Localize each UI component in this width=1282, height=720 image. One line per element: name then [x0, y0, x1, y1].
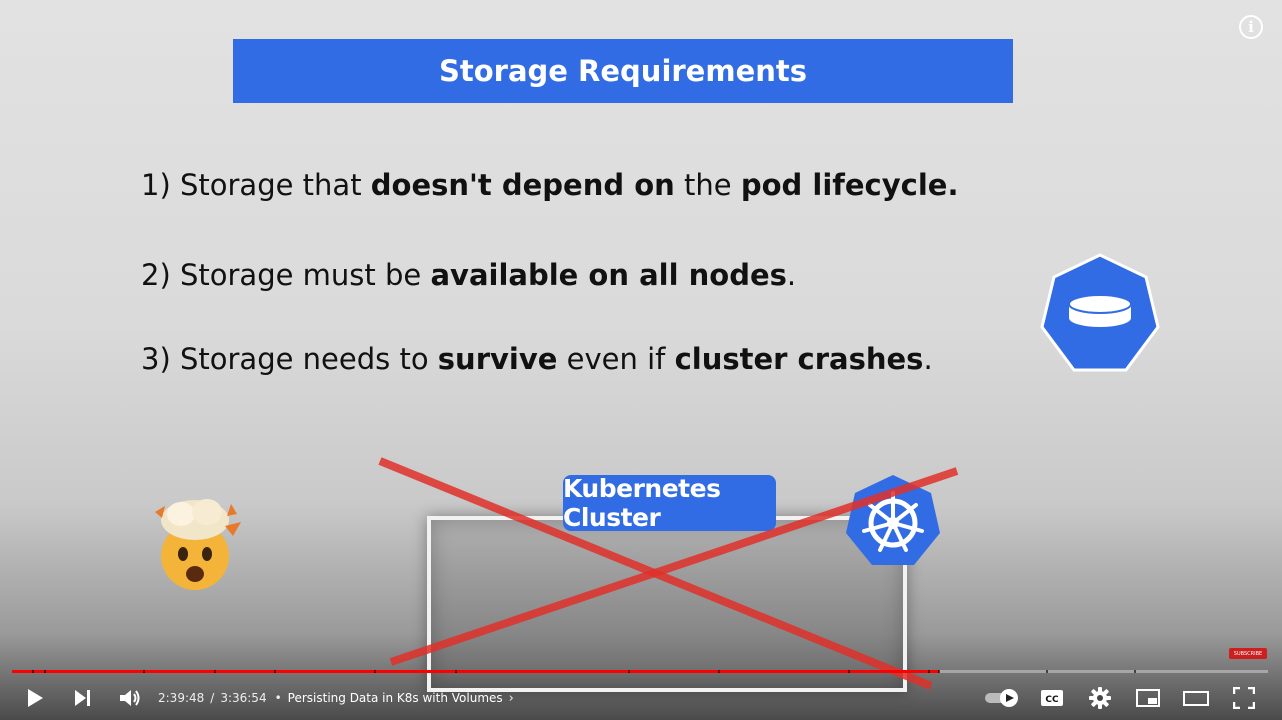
- autoplay-toggle[interactable]: [982, 676, 1022, 720]
- chapter-marker: [143, 670, 145, 673]
- fullscreen-icon: [1233, 687, 1255, 709]
- next-button[interactable]: [64, 676, 100, 720]
- closed-captions-icon: CC: [1041, 690, 1063, 706]
- chevron-right-icon[interactable]: ›: [509, 691, 514, 706]
- chapter-marker: [214, 670, 216, 673]
- chapter-marker: [928, 670, 930, 673]
- player-controls: 2:39:48 / 3:36:54 • Persisting Data in K…: [0, 676, 1282, 720]
- miniplayer-icon: [1136, 689, 1160, 707]
- autoplay-toggle-icon: [985, 689, 1018, 707]
- play-icon: [28, 689, 43, 707]
- subscribe-watermark[interactable]: SUBSCRIBE: [1229, 648, 1267, 659]
- time-separator: /: [210, 691, 215, 705]
- chapter-bullet: •: [274, 691, 282, 705]
- settings-button[interactable]: [1082, 676, 1118, 720]
- red-cross-mark: [378, 457, 959, 690]
- volume-icon: [120, 690, 140, 706]
- duration: 3:36:54: [220, 691, 267, 705]
- chapter-marker: [1134, 670, 1136, 673]
- video-player[interactable]: Storage Requirements 1) Storage that doe…: [0, 0, 1282, 720]
- chapter-marker: [44, 670, 46, 673]
- chapter-title[interactable]: Persisting Data in K8s with Volumes: [288, 691, 503, 705]
- chapter-marker: [274, 670, 276, 673]
- svg-text:CC: CC: [1045, 695, 1059, 705]
- time-display: 2:39:48 / 3:36:54 • Persisting Data in K…: [158, 676, 514, 720]
- current-time: 2:39:48: [158, 691, 205, 705]
- chapter-marker: [374, 670, 376, 673]
- play-button[interactable]: [18, 676, 52, 720]
- chapter-marker: [32, 670, 34, 673]
- fullscreen-button[interactable]: [1226, 676, 1262, 720]
- chapter-marker: [848, 670, 850, 673]
- chapter-marker: [1046, 670, 1048, 673]
- skip-next-icon: [75, 690, 90, 706]
- theater-mode-icon: [1183, 691, 1209, 706]
- gear-icon: [1089, 687, 1111, 709]
- progress-bar[interactable]: [12, 670, 1268, 673]
- chapter-marker: [718, 670, 720, 673]
- chapter-marker: [938, 670, 940, 673]
- miniplayer-button[interactable]: [1130, 676, 1166, 720]
- mute-button[interactable]: [112, 676, 148, 720]
- progress-played: [12, 670, 939, 673]
- chapter-marker: [455, 670, 457, 673]
- captions-button[interactable]: CC: [1034, 676, 1070, 720]
- theater-mode-button[interactable]: [1178, 676, 1214, 720]
- chapter-marker: [628, 670, 630, 673]
